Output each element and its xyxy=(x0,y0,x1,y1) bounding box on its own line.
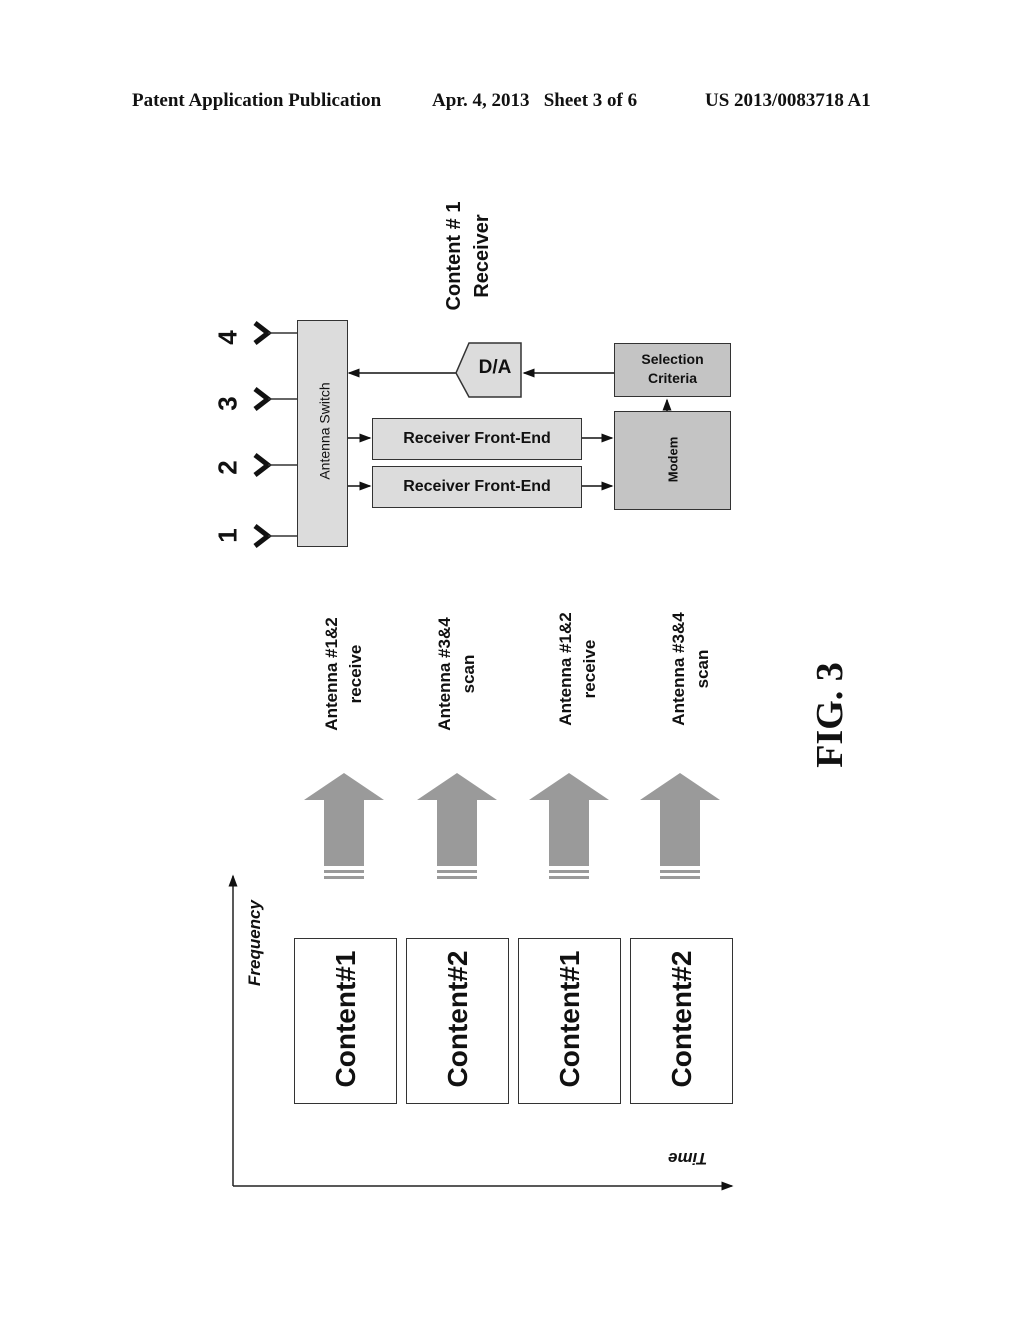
frequency-axis-label: Frequency xyxy=(245,900,264,986)
antenna-4-icon xyxy=(253,321,297,345)
content-receiver-line2: Receiver xyxy=(471,214,493,298)
content-slot: Content#1 xyxy=(518,938,621,1104)
content-slot-label: Content#1 xyxy=(554,950,585,1088)
phase-3-line2: receive xyxy=(580,639,599,699)
phase-label-1: Antenna #1&2 receive xyxy=(320,594,368,754)
antenna-switch-label: Antenna Switch xyxy=(316,382,333,480)
phase-3-line1: Antenna #1&2 xyxy=(556,612,575,726)
phase-1-line2: receive xyxy=(346,644,365,704)
antenna-2-icon xyxy=(253,453,297,477)
phase-2-line1: Antenna #3&4 xyxy=(435,617,454,731)
content-slot: Content#2 xyxy=(630,938,733,1104)
phase-label-2: Antenna #3&4 scan xyxy=(433,594,481,754)
selection-criteria-line1: Selection xyxy=(641,351,704,367)
phase-4-line2: scan xyxy=(693,649,712,689)
selection-criteria-line2: Criteria xyxy=(647,370,698,386)
da-converter-label: D/A xyxy=(478,357,512,378)
content-slot-label: Content#1 xyxy=(330,950,361,1088)
phase-4-line1: Antenna #3&4 xyxy=(669,612,688,726)
content-receiver-line1: Content # 1 xyxy=(443,201,465,311)
antenna-4-label: 4 xyxy=(212,330,243,345)
content-slot-label: Content#2 xyxy=(666,950,697,1088)
phase-label-3: Antenna #1&2 receive xyxy=(554,589,602,749)
selection-criteria-block: Selection Criteria xyxy=(614,343,731,397)
connectors xyxy=(228,321,734,1191)
antenna-1-icon xyxy=(253,524,297,548)
content-slot: Content#2 xyxy=(406,938,509,1104)
antenna-2-label: 2 xyxy=(212,460,243,475)
receiver-front-end-2: Receiver Front-End xyxy=(372,466,582,508)
phase-2-line2: scan xyxy=(459,654,478,694)
phase-label-4: Antenna #3&4 scan xyxy=(667,589,715,749)
modem-label: Modem xyxy=(665,436,681,483)
phase-arrow-icon xyxy=(640,773,720,879)
phase-1-line1: Antenna #1&2 xyxy=(322,617,341,731)
antenna-switch-block: Antenna Switch xyxy=(297,320,348,547)
antenna-3-label: 3 xyxy=(212,396,243,411)
receiver-front-end-1: Receiver Front-End xyxy=(372,418,582,460)
content-receiver-label: Content # 1 Receiver xyxy=(440,176,496,336)
figure-label: FIG. 3 xyxy=(809,662,851,768)
antenna-1-label: 1 xyxy=(212,528,243,543)
phase-arrow-icon xyxy=(529,773,609,879)
content-slot-label: Content#2 xyxy=(442,950,473,1088)
modem-block: Modem xyxy=(614,411,731,510)
antenna-3-icon xyxy=(253,387,297,411)
phase-arrow-icon xyxy=(417,773,497,879)
phase-arrow-icon xyxy=(304,773,384,879)
time-axis-label: Time xyxy=(668,1149,708,1168)
content-slot: Content#1 xyxy=(294,938,397,1104)
